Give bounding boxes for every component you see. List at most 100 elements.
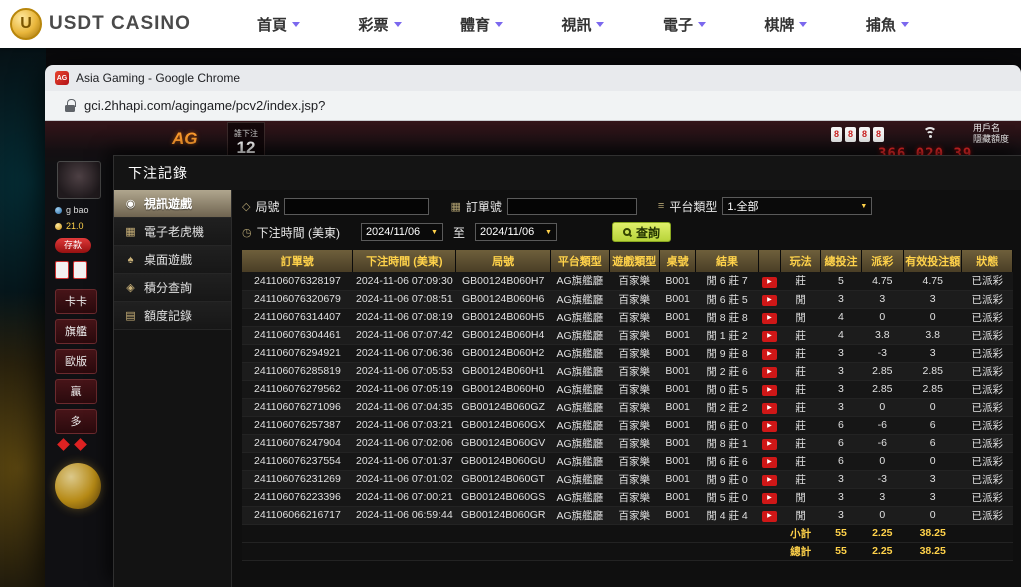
play-video-button[interactable]: ▶ [762,475,777,486]
nav-item-捕魚[interactable]: 捕魚 [866,14,909,35]
menu-item-電子老虎機[interactable]: ▦電子老虎機 [114,218,231,246]
card-icon: 8 [859,127,870,142]
chevron-down-icon [901,22,909,27]
lobby-tab-贏[interactable]: 贏 [55,379,97,404]
deposit-button[interactable]: 存款 [55,238,91,253]
column-header: 訂單號 [242,250,353,272]
lobby-tab-旗艦[interactable]: 旗艦 [55,319,97,344]
cell-round: GB00124B060GS [456,488,551,506]
nav-item-首頁[interactable]: 首頁 [257,14,300,35]
play-video-button[interactable]: ▶ [762,421,777,432]
lobby-tab-卡卡[interactable]: 卡卡 [55,289,97,314]
menu-item-額度記錄[interactable]: ▤額度記錄 [114,302,231,330]
cell-play: ▶ [758,470,780,488]
filter-row-2: ◷ 下注時間 (美東) 2024/11/06 ▼ 至 2024/11/06 ▼ [242,220,1013,244]
cell-payout: 3 [861,488,903,506]
nav-item-視訊[interactable]: 視訊 [561,14,604,35]
lobby-tab-多[interactable]: 多 [55,409,97,434]
ag-logo: AG [172,129,198,149]
cell-payout: -3 [861,470,903,488]
play-video-button[interactable]: ▶ [762,511,777,522]
total-row-label: 總計 [780,542,820,560]
card-icon: 8 [873,127,884,142]
menu-item-積分查詢[interactable]: ◈積分查詢 [114,274,231,302]
site-logo[interactable]: U USDT CASINO [0,8,215,40]
column-header: 下注時間 (美東) [353,250,456,272]
subtotal-row-label: 小計 [780,524,820,542]
menu-item-視訊遊戲[interactable]: ◉視訊遊戲 [114,190,231,218]
total-row-valid: 38.25 [903,542,961,560]
cell-bet: 3 [821,506,861,524]
cell-play: ▶ [758,452,780,470]
play-video-button[interactable]: ▶ [762,493,777,504]
play-video-button[interactable]: ▶ [762,403,777,414]
play-video-button[interactable]: ▶ [762,295,777,306]
nav-item-體育[interactable]: 體育 [460,14,503,35]
column-header: 平台類型 [551,250,609,272]
panel-menu: ◉視訊遊戲▦電子老虎機♠桌面遊戲◈積分查詢▤額度記錄 [114,190,232,587]
date-from-select[interactable]: 2024/11/06 ▼ [361,223,443,241]
cell-order: 241106076271096 [242,398,353,416]
cell-bet: 6 [821,416,861,434]
cell-play: ▶ [758,380,780,398]
nav-item-棋牌[interactable]: 棋牌 [764,14,807,35]
date-to-value: 2024/11/06 [480,226,534,238]
play-video-button[interactable]: ▶ [762,367,777,378]
nav-item-彩票[interactable]: 彩票 [358,14,401,35]
table-row: 2411060762312692024-11-06 07:01:02GB0012… [242,470,1013,488]
cell-bet: 3 [821,380,861,398]
records-table: 訂單號下注時間 (美東)局號平台類型遊戲類型桌號結果玩法總投注派彩有效投注額狀態… [242,250,1013,561]
cell-play: ▶ [758,434,780,452]
cell-playtype: 閒 [780,290,820,308]
nav-item-電子[interactable]: 電子 [663,14,706,35]
round-input[interactable] [284,198,429,215]
credit-record-icon: ▤ [124,309,137,322]
order-input[interactable] [507,198,637,215]
cell-table: B001 [659,398,695,416]
play-video-button[interactable]: ▶ [762,313,777,324]
cell-status: 已派彩 [962,470,1013,488]
wifi-icon [923,127,939,140]
cell-result: 閒 9 莊 0 [696,470,759,488]
table-row: 2411060762710962024-11-06 07:04:35GB0012… [242,398,1013,416]
total-row: 總計552.2538.25 [242,542,1013,560]
cell-round: GB00124B060GU [456,452,551,470]
cell-round: GB00124B060H2 [456,344,551,362]
cell-play: ▶ [758,506,780,524]
logo-text: USDT CASINO [49,13,191,35]
play-video-button[interactable]: ▶ [762,385,777,396]
chrome-titlebar[interactable]: AG Asia Gaming - Google Chrome [45,65,1021,91]
cell-playtype: 莊 [780,470,820,488]
date-to-select[interactable]: 2024/11/06 ▼ [475,223,557,241]
chevron-down-icon [596,22,604,27]
play-video-button[interactable]: ▶ [762,331,777,342]
play-video-button[interactable]: ▶ [762,439,777,450]
cell-table: B001 [659,272,695,290]
cell-bet: 3 [821,344,861,362]
play-video-button[interactable]: ▶ [762,349,777,360]
platform-select[interactable]: 1.全部 ▼ [722,197,872,215]
chrome-urlbar[interactable]: gci.2hhapi.com/agingame/pcv2/index.jsp? [45,91,1021,121]
dropdown-arrow-icon: ▼ [860,203,867,210]
cell-time: 2024-11-06 07:08:51 [353,290,456,308]
lobby-tab-歐版[interactable]: 歐版 [55,349,97,374]
table-row: 2411060762479042024-11-06 07:02:06GB0012… [242,434,1013,452]
search-button[interactable]: 查詢 [612,222,671,242]
lobby-tabs: 卡卡旗艦歐版贏多 [55,289,113,434]
diamond-icons [55,440,113,449]
table-row: 2411060662167172024-11-06 06:59:44GB0012… [242,506,1013,524]
background-banner [0,48,46,587]
cell-round: GB00124B060GX [456,416,551,434]
table-row: 2411060762375542024-11-06 07:01:37GB0012… [242,452,1013,470]
play-video-button[interactable]: ▶ [762,277,777,288]
cell-platform: AG旗艦廳 [551,380,609,398]
cell-result: 閒 1 莊 2 [696,326,759,344]
cell-play: ▶ [758,290,780,308]
menu-item-桌面遊戲[interactable]: ♠桌面遊戲 [114,246,231,274]
table-row: 2411060762795622024-11-06 07:05:19GB0012… [242,380,1013,398]
cell-bet: 3 [821,290,861,308]
cell-order: 241106076304461 [242,326,353,344]
cell-platform: AG旗艦廳 [551,344,609,362]
play-video-button[interactable]: ▶ [762,457,777,468]
cell-valid: 3 [903,470,961,488]
